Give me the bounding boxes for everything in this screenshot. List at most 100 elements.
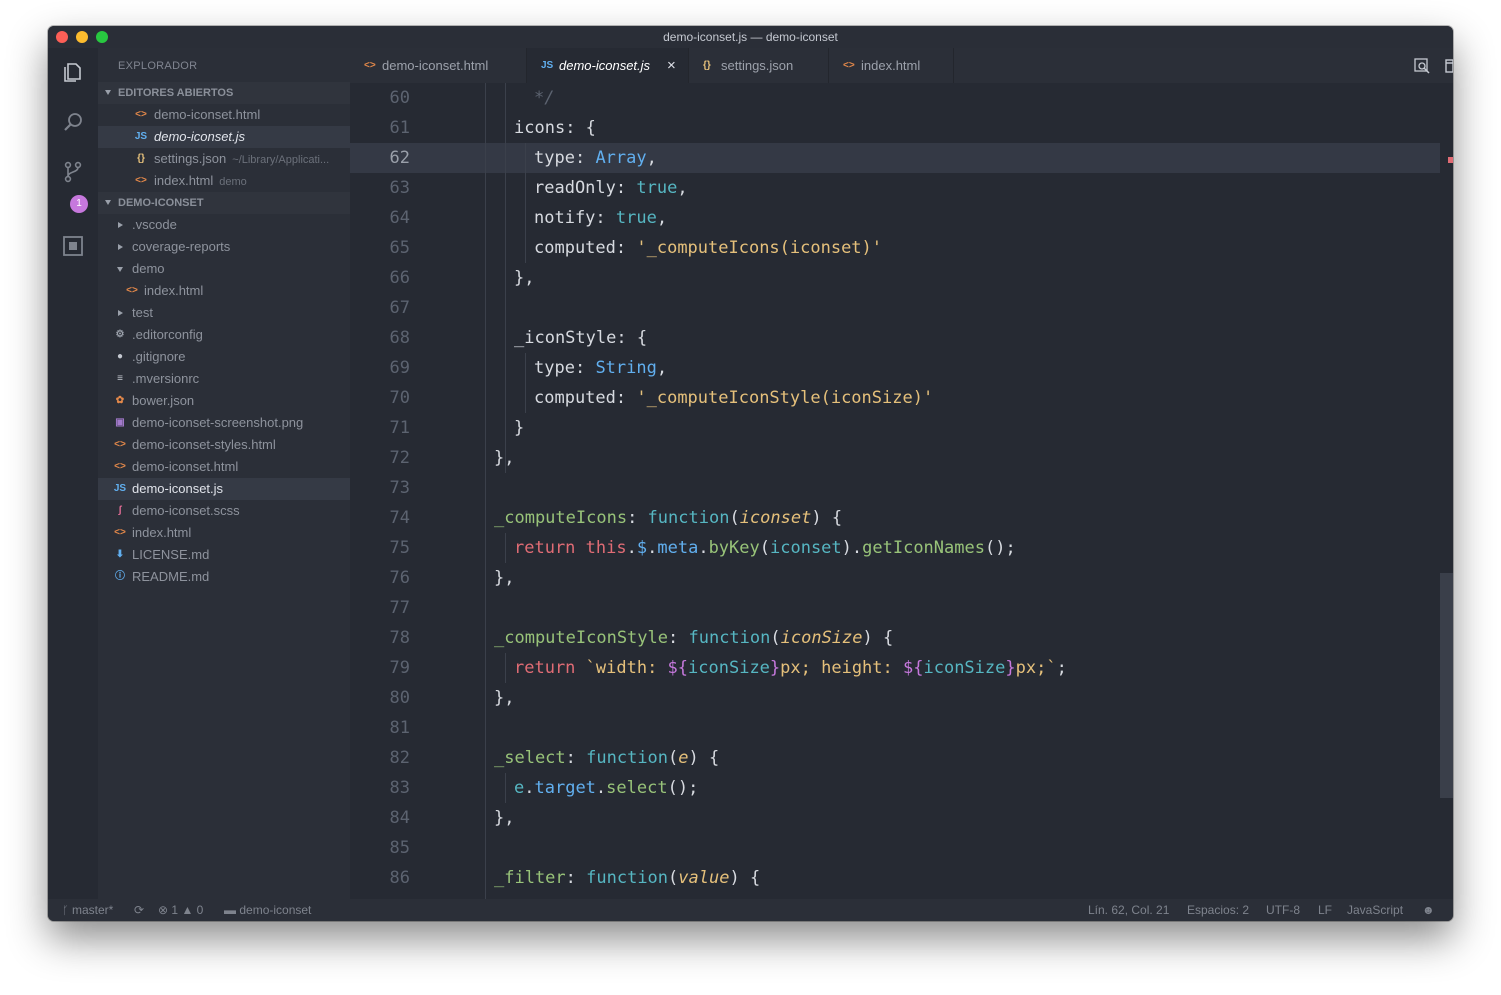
tree-item[interactable]: <> demo-iconset-styles.html xyxy=(98,434,350,456)
extensions-icon[interactable] xyxy=(61,234,85,258)
tree-item[interactable]: ≡ .mversionrc xyxy=(98,368,350,390)
problems-indicator[interactable]: ⊗ 1 ▲ 0 xyxy=(158,899,203,921)
folder-icon: ▬ xyxy=(224,903,236,917)
code-token: ) { xyxy=(729,868,761,888)
code-token: . xyxy=(698,538,709,558)
code-line: 86 _filter: function(value) { xyxy=(350,863,1440,893)
indentation[interactable]: Espacios: 2 xyxy=(1187,899,1249,921)
encoding[interactable]: UTF-8 xyxy=(1266,899,1300,921)
open-editor-item[interactable]: <> index.html demo xyxy=(98,170,350,192)
explorer-title: EXPLORADOR xyxy=(118,60,198,72)
cursor-position[interactable]: Lín. 62, Col. 21 xyxy=(1088,899,1169,921)
tree-item[interactable]: ▣ demo-iconset-screenshot.png xyxy=(98,412,350,434)
line-number: 70 xyxy=(389,388,410,408)
code-token: ; xyxy=(1056,658,1067,678)
open-editor-item[interactable]: JS demo-iconset.js xyxy=(98,126,350,148)
code-token: iconset xyxy=(770,538,842,558)
tab-1[interactable]: <> demo-iconset.html xyxy=(350,48,527,83)
tree-item[interactable]: ʃ demo-iconset.scss xyxy=(98,500,350,522)
file-type-icon: ʃ xyxy=(118,505,122,516)
open-editor-item[interactable]: {} settings.json ~/Library/Applicati... xyxy=(98,148,350,170)
minimize-window-button[interactable] xyxy=(76,31,88,43)
file-name: demo-iconset.js xyxy=(154,129,246,144)
code-line: 77 xyxy=(350,593,1440,623)
code-token: e xyxy=(678,748,689,768)
open-editor-item[interactable]: <> demo-iconset.html xyxy=(98,104,350,126)
tree-item[interactable]: demo xyxy=(98,258,350,280)
project-header[interactable]: DEMO-ICONSET xyxy=(98,192,350,214)
tree-item[interactable]: <> index.html xyxy=(98,522,350,544)
file-type-icon: <> xyxy=(843,60,855,71)
code-token: : xyxy=(574,148,596,168)
code-content: _computeIconStyle: function(iconSize) { xyxy=(494,623,893,653)
code-editor[interactable]: 60 */61 icons: {62 type: Array, 63 readOnly: … xyxy=(350,83,1453,899)
code-token: : xyxy=(565,868,587,888)
file-type-icon: <> xyxy=(364,60,376,71)
code-token: return xyxy=(514,658,586,678)
tree-item[interactable]: .vscode xyxy=(98,214,350,236)
code-content: _iconStyle: { xyxy=(514,323,647,353)
tree-item[interactable]: coverage-reports xyxy=(98,236,350,258)
tree-item-label: .gitignore xyxy=(132,349,186,364)
line-number: 84 xyxy=(389,808,410,828)
split-editor-icon[interactable] xyxy=(1444,57,1453,75)
code-token: computed xyxy=(534,388,616,408)
tree-item[interactable]: test xyxy=(98,302,350,324)
file-type-icon: <> xyxy=(135,109,147,120)
tree-item[interactable]: ● .gitignore xyxy=(98,346,350,368)
open-editors-header[interactable]: EDITORES ABIERTOS xyxy=(98,82,350,104)
close-window-button[interactable] xyxy=(56,31,68,43)
status-bar: ᚴ master* ⟳ ⊗ 1 ▲ 0 ▬ demo-iconset Lín. … xyxy=(48,899,1453,921)
file-type-icon: <> xyxy=(126,285,138,296)
code-token: byKey xyxy=(708,538,760,558)
open-editor-label: index.html demo xyxy=(154,170,247,192)
editor-scrollbar[interactable] xyxy=(1440,83,1453,899)
explorer-icon[interactable] xyxy=(61,60,85,84)
tree-item[interactable]: ⚙ .editorconfig xyxy=(98,324,350,346)
tree-item[interactable]: <> index.html xyxy=(98,280,350,302)
open-changes-icon[interactable] xyxy=(1413,57,1431,75)
code-token: _filter xyxy=(494,868,566,888)
code-token: : xyxy=(615,388,637,408)
sync-icon[interactable]: ⟳ xyxy=(134,899,144,921)
code-token: '_computeIconStyle(iconSize)' xyxy=(636,388,934,408)
code-token: type xyxy=(534,358,575,378)
close-tab-icon[interactable]: × xyxy=(667,48,676,83)
search-icon[interactable] xyxy=(61,110,85,134)
tree-item-label: README.md xyxy=(132,569,210,584)
tree-item[interactable]: ⬇ LICENSE.md xyxy=(98,544,350,566)
language-mode[interactable]: JavaScript xyxy=(1347,899,1403,921)
window-controls xyxy=(56,31,108,43)
code-token: computed xyxy=(534,238,616,258)
code-token: . xyxy=(595,778,607,798)
code-content: _select: function(e) { xyxy=(494,743,719,773)
line-number: 74 xyxy=(389,508,410,528)
code-content: computed: '_computeIcons(iconset)' xyxy=(534,233,882,263)
tab-label: settings.json xyxy=(721,58,794,73)
tree-item[interactable]: ✿ bower.json xyxy=(98,390,350,412)
feedback-smiley-icon[interactable]: ☻ xyxy=(1422,899,1435,921)
scrollbar-thumb[interactable] xyxy=(1440,573,1453,798)
line-ending[interactable]: LF xyxy=(1318,899,1332,921)
tree-item[interactable]: ⓘ README.md xyxy=(98,566,350,588)
code-content: notify: true, xyxy=(534,203,667,233)
code-token: readOnly xyxy=(534,178,616,198)
tree-item[interactable]: <> demo-iconset.html xyxy=(98,456,350,478)
line-number: 85 xyxy=(389,838,410,858)
tree-item[interactable]: JS demo-iconset.js xyxy=(98,478,350,500)
error-count: 1 xyxy=(171,903,179,917)
branch-indicator[interactable]: ᚴ master* xyxy=(62,899,113,921)
code-content: }, xyxy=(494,563,514,593)
code-token: true xyxy=(636,178,678,198)
code-line: 72}, xyxy=(350,443,1440,473)
maximize-window-button[interactable] xyxy=(96,31,108,43)
tab-3[interactable]: {} settings.json xyxy=(689,48,829,83)
code-content: */ xyxy=(534,83,554,113)
tab-2[interactable]: JS demo-iconset.js × xyxy=(527,48,689,83)
code-token: _computeIconStyle xyxy=(494,628,668,648)
code-token: select xyxy=(606,778,668,798)
code-token: function xyxy=(586,748,669,768)
source-control-icon[interactable] xyxy=(61,160,85,184)
tab-4[interactable]: <> index.html xyxy=(829,48,954,83)
code-token: '_computeIcons(iconset)' xyxy=(636,238,883,258)
